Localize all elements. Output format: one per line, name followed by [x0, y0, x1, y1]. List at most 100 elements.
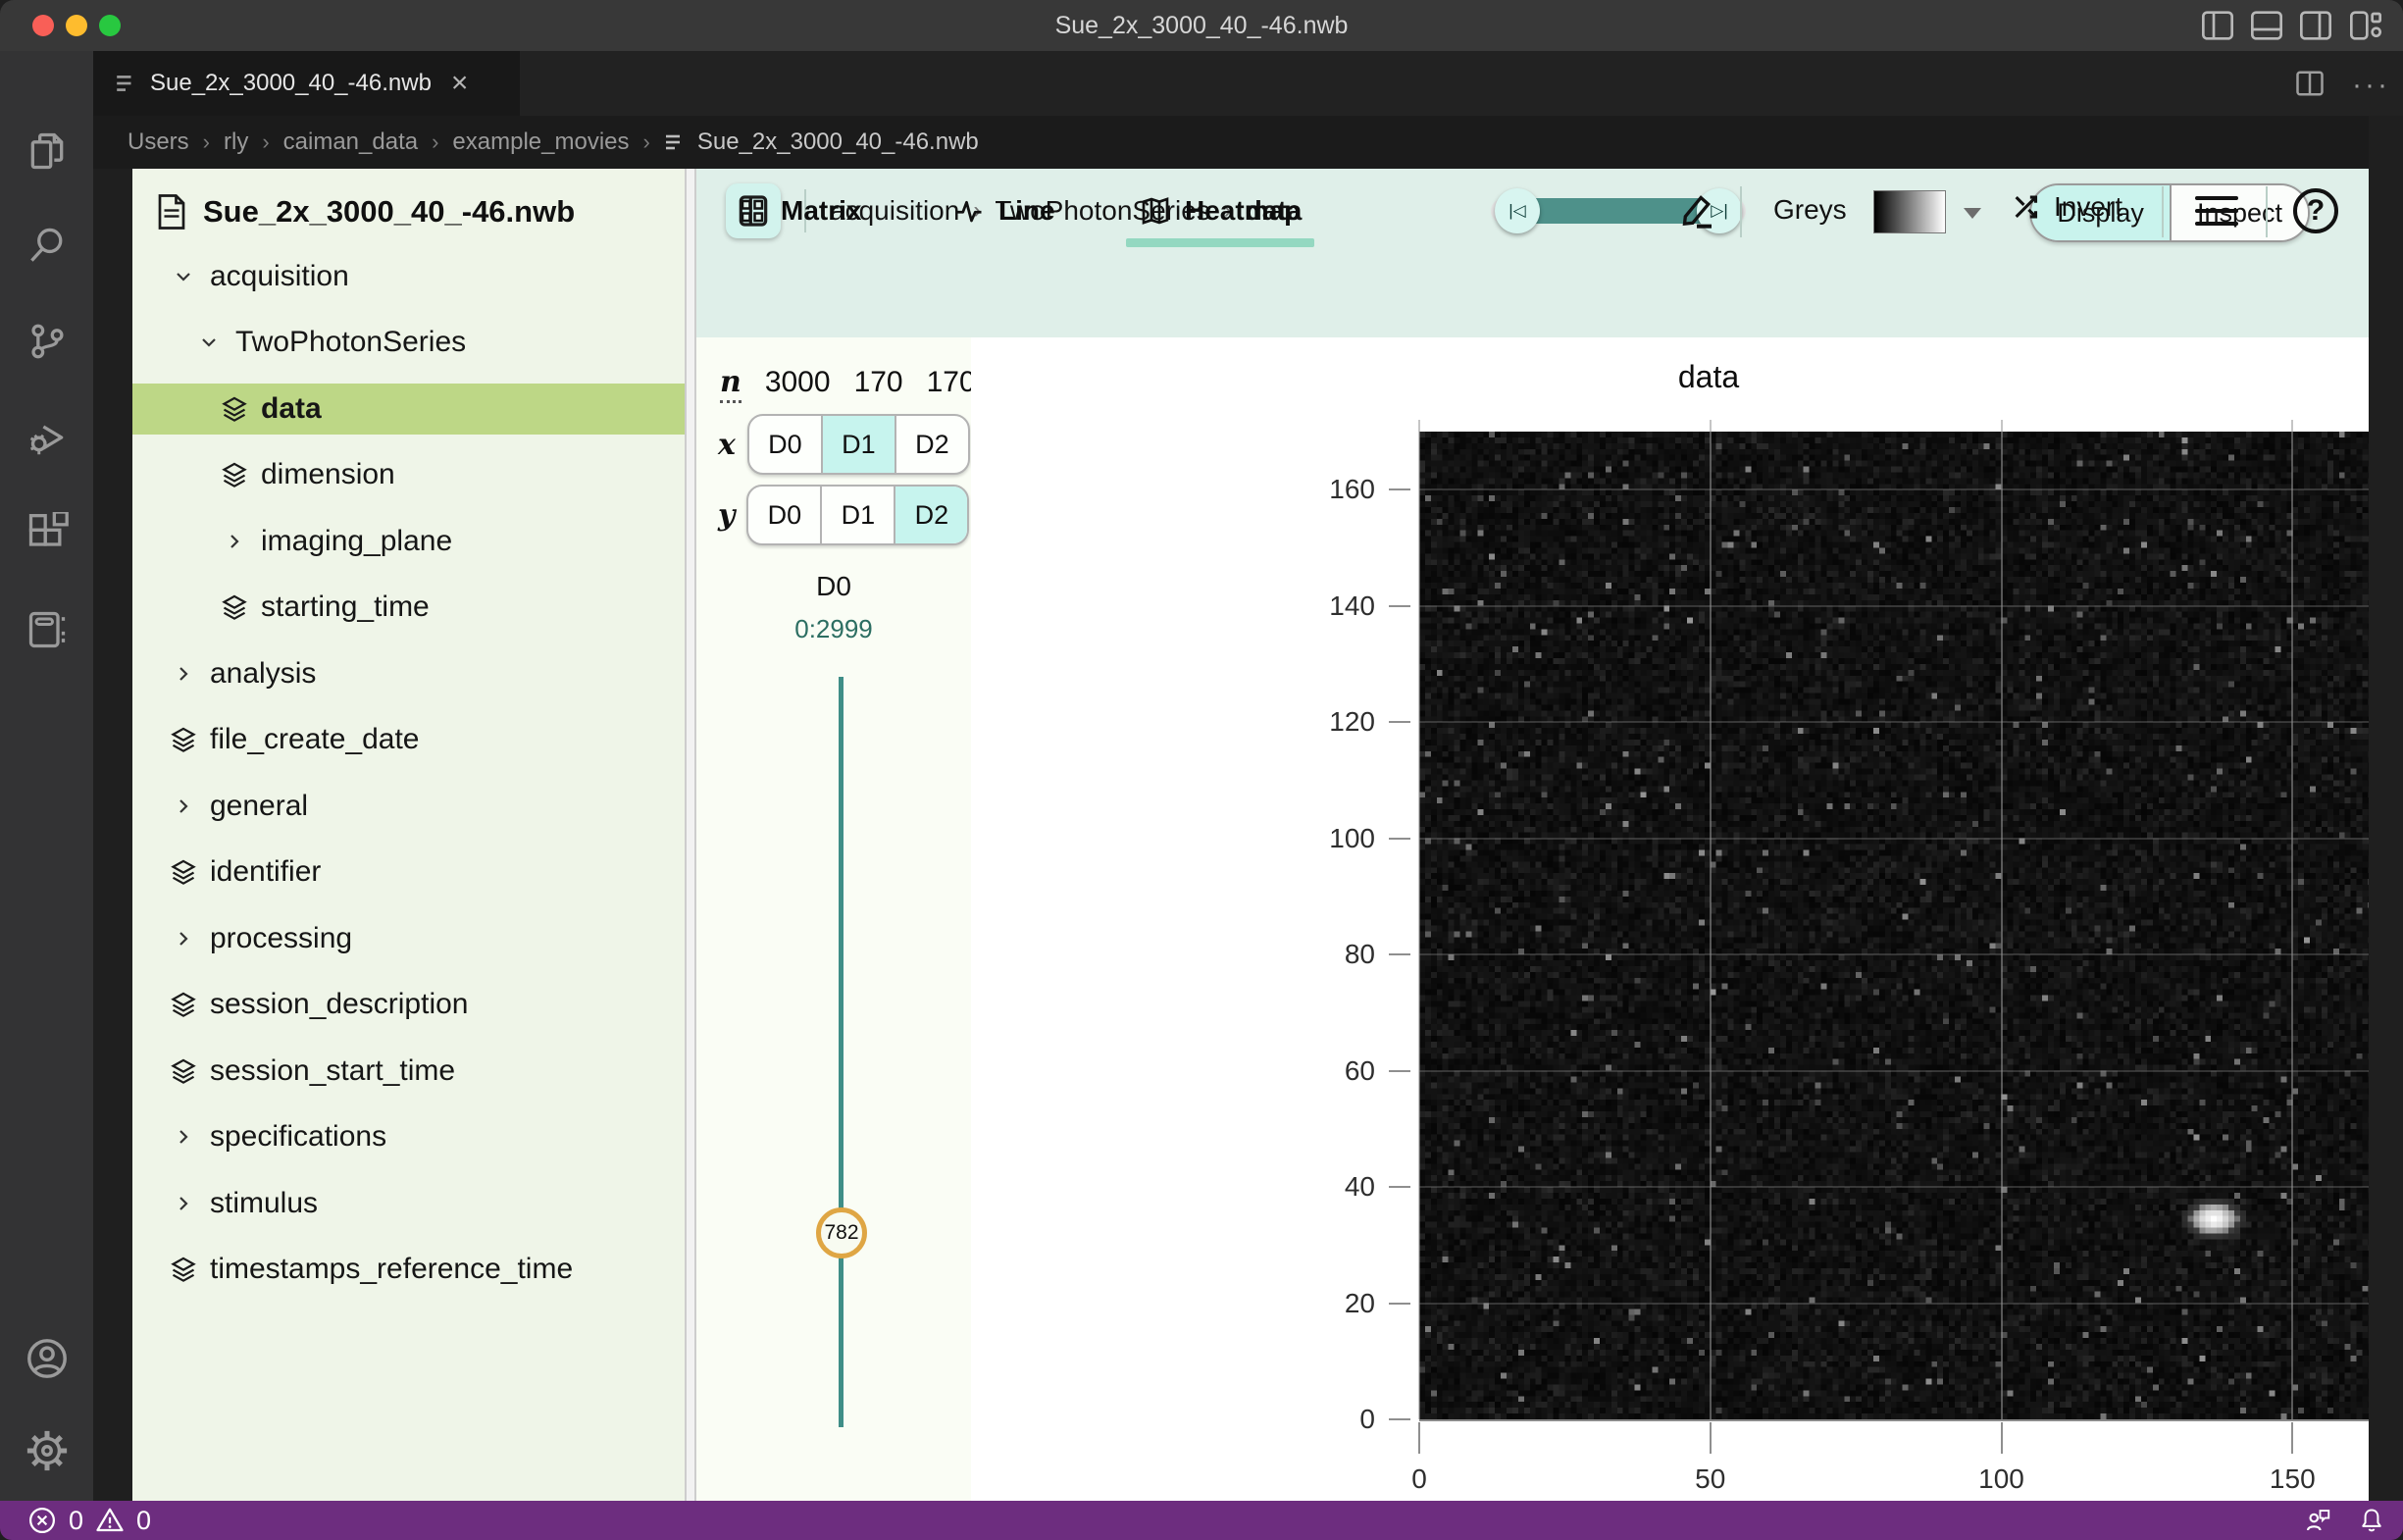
- tree-item-imaging_plane[interactable]: imaging_plane: [132, 508, 685, 575]
- chevron-down-icon[interactable]: [1964, 208, 1981, 219]
- y-d2-button[interactable]: D2: [894, 487, 967, 543]
- frame-slider-handle[interactable]: 782: [816, 1207, 867, 1258]
- tree-item-starting_time[interactable]: starting_time: [132, 575, 685, 642]
- problems-indicator[interactable]: 0 0: [27, 1506, 151, 1536]
- file-icon: [156, 194, 187, 230]
- tree-item-dimension[interactable]: dimension: [132, 442, 685, 509]
- colormap-label[interactable]: Greys: [1773, 194, 1847, 226]
- tree-item-stimulus[interactable]: stimulus: [132, 1170, 685, 1237]
- chevron-right-icon: [167, 1192, 200, 1215]
- y-dimension-selector: D0 D1 D2: [746, 485, 969, 545]
- frame-slider-track[interactable]: [839, 677, 844, 1427]
- x-d1-button[interactable]: D1: [821, 416, 895, 473]
- range-min-handle[interactable]: |◁: [1495, 188, 1540, 233]
- editor-breadcrumb[interactable]: Users›rly›caiman_data›example_movies›Sue…: [0, 116, 2403, 169]
- tab-line[interactable]: Line: [953, 169, 1055, 253]
- y-tick: [1389, 605, 1410, 607]
- split-editor-icon[interactable]: [2295, 69, 2325, 98]
- tree-item-specifications[interactable]: specifications: [132, 1104, 685, 1171]
- y-tick: [1389, 838, 1410, 840]
- run-debug-icon[interactable]: [0, 416, 93, 459]
- source-control-icon[interactable]: [0, 320, 93, 363]
- heatmap-image[interactable]: [1419, 432, 2403, 1421]
- editor-tab[interactable]: Sue_2x_3000_40_-46.nwb ×: [93, 51, 520, 116]
- gridline-x: [1710, 420, 1712, 1419]
- customize-layout-icon[interactable]: [2350, 11, 2381, 40]
- toggle-primary-sidebar-icon[interactable]: [2202, 11, 2233, 40]
- bell-icon[interactable]: [2358, 1506, 2385, 1535]
- breadcrumb-file[interactable]: Sue_2x_3000_40_-46.nwb: [697, 128, 979, 156]
- tab-line-label: Line: [998, 195, 1055, 227]
- search-icon[interactable]: [0, 224, 93, 267]
- tab-matrix-label: Matrix: [781, 195, 861, 227]
- toggle-panel-icon[interactable]: [2251, 11, 2282, 40]
- explorer-icon[interactable]: [0, 129, 93, 173]
- y-tick-label: 100: [1297, 823, 1375, 854]
- x-axis-label: x: [718, 428, 736, 462]
- feedback-icon[interactable]: [2303, 1506, 2332, 1535]
- settings-gear-icon[interactable]: [0, 1428, 93, 1473]
- more-actions-icon[interactable]: ···: [2352, 69, 2390, 102]
- tree-item-data[interactable]: data: [132, 376, 685, 442]
- tree-item-timestamps_reference_time[interactable]: timestamps_reference_time: [132, 1237, 685, 1304]
- breadcrumb-segment[interactable]: caiman_data: [283, 128, 418, 156]
- y-tick: [1389, 1303, 1410, 1305]
- x-tick-label: 100: [1958, 1463, 2046, 1495]
- invert-colormap-button[interactable]: Invert: [2011, 190, 2122, 224]
- tree-item-TwoPhotonSeries[interactable]: TwoPhotonSeries: [132, 310, 685, 377]
- tree-item-processing[interactable]: processing: [132, 905, 685, 972]
- x-d0-button[interactable]: D0: [749, 416, 821, 473]
- editor-area: Sue_2x_3000_40_-46.nwb acquisitionTwoPho…: [93, 169, 2403, 1501]
- tree-item-general[interactable]: general: [132, 773, 685, 840]
- tab-label: Sue_2x_3000_40_-46.nwb: [150, 70, 432, 97]
- gridline-x: [2291, 420, 2293, 1419]
- gridline-y: [1419, 605, 2403, 607]
- y-tick: [1389, 1418, 1410, 1420]
- tree-item-session_description[interactable]: session_description: [132, 972, 685, 1039]
- tree-item-label: starting_time: [261, 590, 430, 624]
- dimension-controls: n 3000 170 170 x D0 D1 D2 y D0 D1 D2: [696, 337, 971, 1501]
- x-tick: [1418, 1422, 1420, 1454]
- tree-item-file_create_date[interactable]: file_create_date: [132, 707, 685, 774]
- n-label: n: [720, 365, 741, 403]
- tab-heatmap[interactable]: Heatmap: [1140, 169, 1301, 253]
- colormap-gradient-swatch[interactable]: [1873, 190, 1946, 233]
- hamburger-menu-icon[interactable]: [2195, 196, 2238, 234]
- chevron-right-icon: [218, 530, 251, 553]
- inspect-mode-button[interactable]: Inspect: [2170, 185, 2308, 240]
- gridline-y: [1419, 1070, 2403, 1072]
- y-d0-button[interactable]: D0: [748, 487, 820, 543]
- close-tab-icon[interactable]: ×: [451, 67, 469, 100]
- chevron-right-icon: [167, 927, 200, 950]
- gridline-y: [1419, 1303, 2403, 1305]
- tree-item-session_start_time[interactable]: session_start_time: [132, 1038, 685, 1104]
- edit-pen-icon[interactable]: [1677, 190, 1716, 230]
- y-tick-label: 160: [1297, 474, 1375, 505]
- error-count: 0: [69, 1506, 83, 1536]
- breadcrumb-segment[interactable]: example_movies: [452, 128, 629, 156]
- extensions-icon[interactable]: [0, 512, 93, 555]
- tree-item-acquisition[interactable]: acquisition: [132, 243, 685, 310]
- tree-item-identifier[interactable]: identifier: [132, 840, 685, 906]
- file-list-icon: [664, 132, 684, 152]
- tree-item-analysis[interactable]: analysis: [132, 641, 685, 707]
- tab-matrix[interactable]: Matrix: [738, 169, 861, 253]
- y-tick-label: 60: [1297, 1055, 1375, 1087]
- tree-item-label: session_description: [210, 988, 468, 1021]
- dataset-icon: [167, 726, 200, 753]
- toggle-secondary-sidebar-icon[interactable]: [2300, 11, 2331, 40]
- help-icon[interactable]: ?: [2293, 188, 2338, 233]
- account-icon[interactable]: [0, 1336, 93, 1381]
- chevron-right-icon: [167, 795, 200, 818]
- breadcrumb-segment[interactable]: rly: [224, 128, 248, 156]
- gridline-y: [1419, 488, 2403, 490]
- tree-item-label: file_create_date: [210, 723, 420, 756]
- x-dimension-selector: D0 D1 D2: [747, 414, 970, 475]
- notebook-icon[interactable]: [0, 608, 93, 651]
- y-d1-button[interactable]: D1: [820, 487, 894, 543]
- toolbar-divider: [1740, 186, 1742, 237]
- breadcrumb-segment[interactable]: Users: [128, 128, 189, 156]
- x-d2-button[interactable]: D2: [895, 416, 968, 473]
- tree-scrollbar[interactable]: [685, 169, 696, 1501]
- error-icon: [27, 1506, 57, 1535]
